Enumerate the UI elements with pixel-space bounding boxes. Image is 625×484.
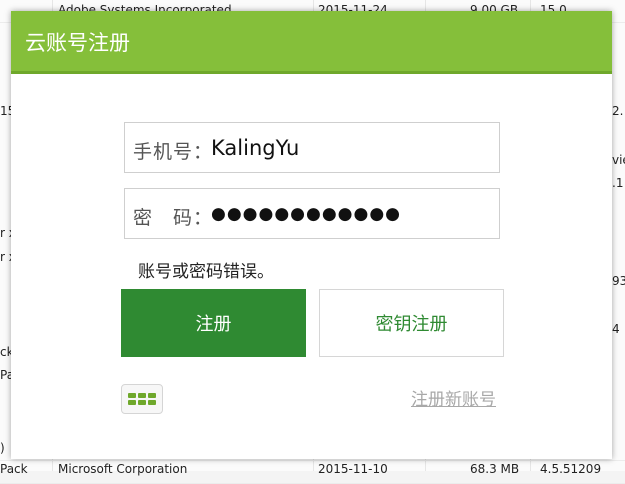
bg-fragment: Pack — [0, 462, 28, 476]
dialog-title: 云账号注册 — [25, 31, 130, 55]
bg-version: 4.5.51209 — [540, 462, 602, 476]
phone-field[interactable]: 手机号： KalingYu — [124, 122, 500, 173]
bg-fragment: vie — [612, 153, 625, 167]
password-label: 密 码： — [133, 207, 214, 229]
bg-fragment: 4 — [612, 322, 620, 336]
bg-fragment: 2. — [612, 104, 624, 118]
bg-fragment: ) — [0, 441, 5, 455]
register-new-account-link[interactable]: 注册新账号 — [411, 385, 496, 410]
bg-size: 68.3 MB — [470, 462, 520, 476]
password-input-value[interactable]: ●●●●●●●●●●●● — [211, 204, 401, 224]
phone-input-value[interactable]: KalingYu — [211, 136, 299, 160]
register-dialog: 云账号注册 手机号： KalingYu 密 码： ●●●●●●●●●●●● 账号… — [11, 11, 612, 459]
register-button[interactable]: 注册 — [121, 289, 306, 357]
bg-publisher: Microsoft Corporation — [58, 462, 188, 476]
error-message: 账号或密码错误。 — [138, 262, 274, 282]
dialog-titlebar[interactable]: 云账号注册 — [11, 11, 612, 74]
bg-fragment: 93 — [612, 274, 625, 288]
phone-label: 手机号： — [133, 141, 214, 163]
password-field[interactable]: 密 码： ●●●●●●●●●●●● — [124, 188, 500, 239]
key-register-button[interactable]: 密钥注册 — [319, 289, 504, 357]
bg-fragment: .1 — [612, 176, 624, 190]
keyboard-icon[interactable] — [121, 384, 163, 414]
bg-date: 2015-11-10 — [318, 462, 388, 476]
